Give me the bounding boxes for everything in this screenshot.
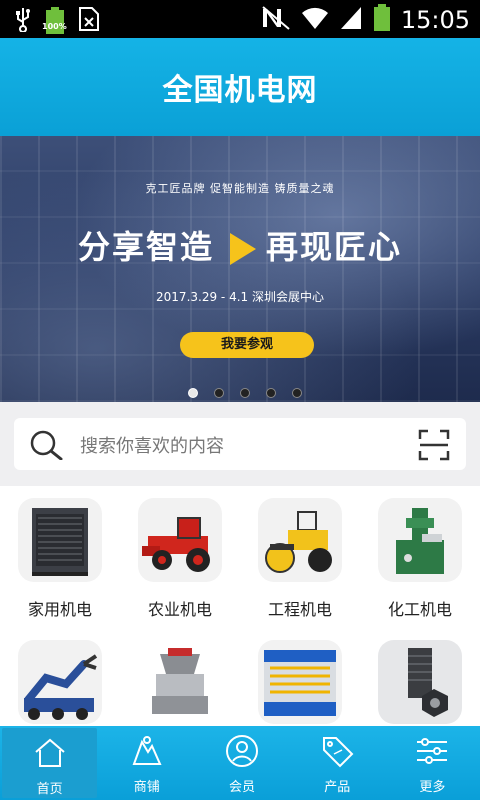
category-label: 化工机电 (387, 600, 452, 619)
visit-button[interactable]: 我要参观 (180, 332, 314, 358)
category-label: 农业机电 (147, 600, 212, 619)
carousel-dot[interactable] (188, 388, 198, 398)
banner-date-place: 2017.3.29 - 4.1 深圳会展中心 (156, 290, 324, 304)
sim-card-icon (78, 6, 100, 36)
category-chemical[interactable]: 化工机电 (360, 498, 480, 620)
battery-percent: 100% (42, 22, 67, 31)
bottom-tab-bar: 首页 商铺 会员 产品 更多 (0, 726, 480, 800)
carousel-dot[interactable] (240, 388, 250, 398)
home-icon (33, 736, 67, 774)
banner-headline: 分享智造 再现匠心 (0, 222, 480, 268)
tab-label: 商铺 (133, 780, 160, 795)
grinding-machine-image (378, 498, 462, 582)
harvester-image (138, 498, 222, 582)
category-item-6[interactable] (120, 640, 240, 738)
scan-icon[interactable] (418, 429, 450, 465)
app-title: 全国机电网 (162, 73, 318, 108)
settings-sliders-icon (415, 734, 449, 772)
carousel-indicator (188, 388, 302, 398)
banner-tagline: 克工匠品牌 促智能制造 铸质量之魂 (145, 182, 335, 195)
category-item-5[interactable] (0, 640, 120, 738)
tab-member[interactable]: 会员 (194, 726, 289, 800)
cone-crusher-image (138, 640, 222, 724)
category-engineering[interactable]: 工程机电 (240, 498, 360, 620)
shop-icon (130, 734, 164, 772)
tab-shop[interactable]: 商铺 (99, 726, 194, 800)
play-icon (230, 233, 256, 265)
carousel-dot[interactable] (214, 388, 224, 398)
usb-icon (14, 6, 32, 36)
status-bar: 100% 15:05 (0, 0, 480, 38)
heat-pump-unit-image (18, 498, 102, 582)
exhibition-background (0, 136, 480, 402)
category-agriculture[interactable]: 农业机电 (120, 498, 240, 620)
member-icon (225, 734, 259, 772)
search-section: 搜索你喜欢的内容 (0, 402, 480, 486)
robot-arm-image (18, 640, 102, 724)
search-input[interactable]: 搜索你喜欢的内容 (80, 432, 224, 458)
battery-charging-icon (373, 4, 391, 36)
promo-banner[interactable]: 克工匠品牌 促智能制造 铸质量之魂 分享智造 再现匠心 2017.3.29 - 4… (0, 136, 480, 402)
tab-more[interactable]: 更多 (385, 726, 480, 800)
headline-part2: 再现匠心 (266, 228, 403, 266)
category-label: 家用机电 (27, 600, 92, 619)
category-grid: 家用机电 农业机电 工程机电 化工机电 (0, 486, 480, 726)
search-icon (30, 430, 66, 464)
headline-part1: 分享智造 (77, 228, 214, 266)
category-household[interactable]: 家用机电 (0, 498, 120, 620)
no-signal-nfc-icon (261, 5, 291, 35)
tab-label: 产品 (324, 780, 351, 795)
battery-100-icon: 100% (42, 7, 67, 35)
tab-label: 首页 (36, 782, 63, 797)
bolt-nut-image (378, 640, 462, 724)
category-item-8[interactable] (360, 640, 480, 738)
wifi-icon (301, 5, 329, 35)
app-header: 全国机电网 (0, 38, 480, 136)
tab-products[interactable]: 产品 (290, 726, 385, 800)
cell-signal-icon (339, 5, 363, 35)
road-roller-image (258, 498, 342, 582)
tab-label: 会员 (229, 780, 256, 795)
category-label: 工程机电 (267, 600, 332, 619)
sale-tag-icon (320, 734, 354, 772)
carousel-dot[interactable] (292, 388, 302, 398)
carousel-dot[interactable] (266, 388, 276, 398)
search-bar[interactable]: 搜索你喜欢的内容 (14, 418, 466, 470)
tab-label: 更多 (419, 780, 446, 795)
tab-home[interactable]: 首页 (2, 728, 98, 798)
clock: 15:05 (400, 6, 470, 34)
category-item-7[interactable] (240, 640, 360, 738)
conveyor-machine-image (258, 640, 342, 724)
